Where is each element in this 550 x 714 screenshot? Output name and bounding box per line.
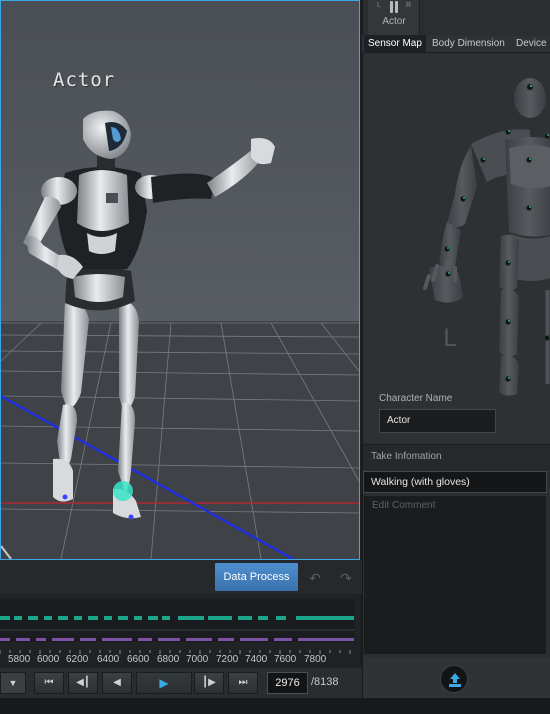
timeline-tick: 7600: [274, 654, 297, 665]
3d-viewport[interactable]: Actor: [0, 0, 360, 560]
timeline-tick: 5800: [8, 654, 31, 665]
timeline-tick: 7000: [186, 654, 209, 665]
upload-button[interactable]: [440, 665, 468, 693]
foot-sensor-glow: [113, 481, 133, 501]
timeline-tick: 7800: [304, 654, 327, 665]
tab-sensor-map[interactable]: Sensor Map: [364, 35, 426, 53]
panel-tabs: Sensor Map Body Dimension Device: [362, 35, 550, 53]
chevron-down-icon[interactable]: ▼: [0, 672, 26, 694]
timeline-tick: 6600: [127, 654, 150, 665]
actor-icon: [390, 1, 398, 13]
timeline-tick: 6200: [66, 654, 89, 665]
timeline-tick: 7400: [245, 654, 268, 665]
take-info-label: Take Infomation: [371, 451, 442, 462]
data-process-button[interactable]: Data Process: [215, 563, 298, 591]
right-marker: R: [406, 2, 412, 9]
timeline-tick: 6000: [37, 654, 60, 665]
app-window: Actor Data Process ↶ ↷ 5800 6000 6200 64…: [0, 0, 550, 714]
status-bar: [0, 698, 550, 714]
character-name-input[interactable]: Actor: [379, 409, 496, 433]
current-frame-input[interactable]: 2976: [267, 672, 308, 694]
comment-placeholder: Edit Comment: [372, 500, 436, 511]
skip-to-end-icon[interactable]: ⏭: [228, 672, 258, 694]
tab-body-dimension[interactable]: Body Dimension: [428, 35, 511, 53]
timeline-tick: 6800: [157, 654, 180, 665]
actor-tab[interactable]: L R Actor: [368, 0, 420, 35]
undo-icon[interactable]: ↶: [305, 569, 325, 587]
step-back-icon[interactable]: ◀┃: [68, 672, 98, 694]
body-silhouette: [423, 78, 550, 396]
timeline-tick: 6400: [97, 654, 120, 665]
character-name-label: Character Name: [379, 393, 453, 404]
hand-side-label: L: [443, 324, 457, 352]
skip-to-start-icon[interactable]: ⏮: [34, 672, 64, 694]
sensor-map-area[interactable]: L: [363, 54, 550, 442]
take-name-input[interactable]: Walking (with gloves): [363, 471, 547, 493]
purple-track: [0, 638, 354, 641]
upload-icon: [449, 673, 461, 687]
step-forward-icon[interactable]: ┃▶: [194, 672, 224, 694]
tab-device[interactable]: Device: [512, 35, 550, 53]
play-icon[interactable]: ▶: [136, 672, 192, 694]
left-marker: L: [377, 2, 381, 9]
total-frames: /8138: [311, 676, 339, 688]
timeline-tracks: [0, 599, 354, 642]
comment-textarea[interactable]: Edit Comment: [363, 495, 547, 655]
timeline-tick: 7200: [216, 654, 239, 665]
redo-icon[interactable]: ↷: [336, 569, 356, 587]
actor-tab-label: Actor: [382, 16, 406, 27]
actor-name-overlay: Actor: [53, 69, 116, 91]
play-reverse-icon[interactable]: ◀: [102, 672, 132, 694]
